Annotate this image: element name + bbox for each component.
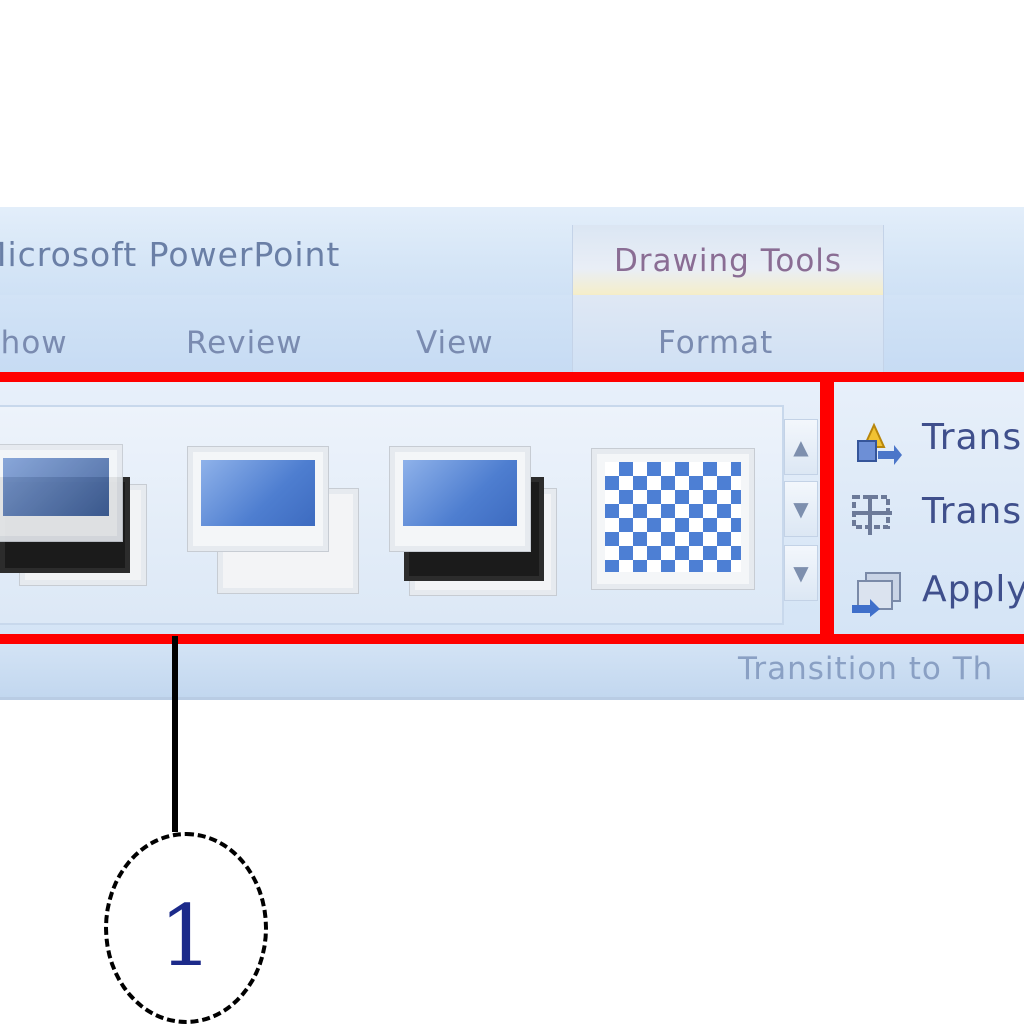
ribbon-tabs: Show Review View Format xyxy=(0,295,1024,375)
group-label-transition-to-this-slide: Transition to Th xyxy=(738,651,994,687)
highlight-box-gallery xyxy=(0,372,834,644)
title-bar: Microsoft PowerPoint Drawing Tools xyxy=(0,207,1024,305)
tab-view[interactable]: View xyxy=(416,325,494,361)
callout-circle: 1 xyxy=(104,832,268,1024)
contextual-tab-group: Drawing Tools xyxy=(572,225,884,305)
highlight-box-commands xyxy=(820,372,1024,644)
callout-number: 1 xyxy=(159,887,213,985)
callout-leader-line xyxy=(172,636,178,832)
tab-slide-show[interactable]: Show xyxy=(0,325,68,361)
group-label-bar: Transition to Th xyxy=(0,645,1024,700)
tab-format[interactable]: Format xyxy=(658,325,773,361)
app-title: Microsoft PowerPoint xyxy=(0,235,341,274)
tab-review[interactable]: Review xyxy=(186,325,303,361)
contextual-tab-group-label: Drawing Tools xyxy=(613,243,843,279)
